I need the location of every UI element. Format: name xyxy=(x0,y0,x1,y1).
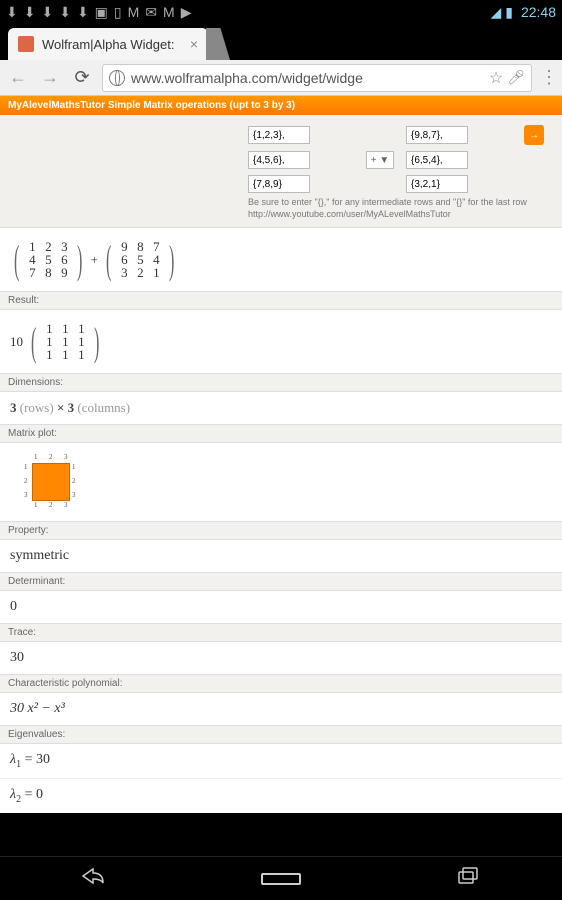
property-label: Property: xyxy=(0,521,562,540)
forward-button[interactable]: → xyxy=(38,66,62,90)
url-input[interactable]: www.wolframalpha.com/widget/widge ☆ 🎤︎ xyxy=(102,64,532,92)
download-icon: ⬇ xyxy=(41,4,53,21)
operator-select[interactable]: + ▼ xyxy=(366,151,394,169)
trace-value: 30 xyxy=(0,642,562,674)
download-icon: ⬇ xyxy=(6,4,18,21)
url-text: www.wolframalpha.com/widget/widge xyxy=(131,70,485,86)
dimensions-value: 3 (rows) × 3 (columns) xyxy=(0,392,562,424)
new-tab-button[interactable] xyxy=(206,28,230,60)
browser-tab-strip: Wolfram|Alpha Widget: × xyxy=(0,24,562,60)
globe-icon xyxy=(109,70,125,86)
matrix-plot: 1 2 3 1 2 3 1 2 3 1 2 3 xyxy=(0,443,562,521)
result-value: 10 ( 111 111 111 ) xyxy=(0,310,562,373)
download-icon: ⬇ xyxy=(24,4,36,21)
android-status-bar: ⬇ ⬇ ⬇ ⬇ ⬇ ▣ ▯ M ✉ M ▶ ◢ ▮ 22:48 xyxy=(0,0,562,24)
results-area: ( 123 456 789 ) + ( 987 654 321 ) Result… xyxy=(0,227,562,813)
android-nav-bar xyxy=(0,856,562,900)
eigenvalues-label: Eigenvalues: xyxy=(0,725,562,744)
clock: 22:48 xyxy=(521,4,556,20)
close-icon[interactable]: × xyxy=(190,36,198,52)
widget-title-bar: MyAlevelMathsTutor Simple Matrix operati… xyxy=(0,96,562,115)
image-icon: ▣ xyxy=(95,4,108,21)
wolfram-favicon xyxy=(18,36,34,52)
android-back-button[interactable] xyxy=(74,867,114,891)
matrix-b-row3-input[interactable] xyxy=(406,175,468,193)
plus-sign: + xyxy=(91,252,98,268)
matrix-b-row1-input[interactable] xyxy=(406,126,468,144)
matrix-a-row2-input[interactable] xyxy=(248,151,310,169)
browser-toolbar: ← → ⟳ www.wolframalpha.com/widget/widge … xyxy=(0,60,562,96)
dimensions-label: Dimensions: xyxy=(0,373,562,392)
widget-input-area: → + ▼ Be sure to enter "{}," for any int… xyxy=(0,115,562,227)
mic-icon[interactable]: 🎤︎ xyxy=(507,69,525,86)
result-scalar: 10 xyxy=(10,334,23,350)
wifi-icon: ◢ xyxy=(490,4,501,21)
bookmark-icon[interactable]: ☆ xyxy=(489,68,503,88)
status-notifications: ⬇ ⬇ ⬇ ⬇ ⬇ ▣ ▯ M ✉ M ▶ xyxy=(6,4,191,21)
mail-icon: M xyxy=(163,4,175,21)
determinant-value: 0 xyxy=(0,591,562,623)
reload-button[interactable]: ⟳ xyxy=(70,66,94,90)
browser-tab[interactable]: Wolfram|Alpha Widget: × xyxy=(8,28,208,60)
matrix-a-row1-input[interactable] xyxy=(248,126,310,144)
download-icon: ⬇ xyxy=(59,4,71,21)
matrix-plot-label: Matrix plot: xyxy=(0,424,562,443)
eigenvalue-2: λ2 = 0 xyxy=(0,779,562,813)
result-label: Result: xyxy=(0,291,562,310)
trace-label: Trace: xyxy=(0,623,562,642)
submit-button[interactable]: → xyxy=(524,125,544,145)
charpoly-value: 30 x² − x³ xyxy=(0,693,562,725)
download-icon: ⬇ xyxy=(77,4,89,21)
eigenvalue-1: λ1 = 30 xyxy=(0,744,562,778)
heatmap-square xyxy=(32,463,70,501)
tab-title: Wolfram|Alpha Widget: xyxy=(42,37,174,52)
charpoly-label: Characteristic polynomial: xyxy=(0,674,562,693)
determinant-label: Determinant: xyxy=(0,572,562,591)
battery-icon: ▮ xyxy=(505,4,513,21)
matrix-a-row3-input[interactable] xyxy=(248,175,310,193)
input-expression: ( 123 456 789 ) + ( 987 654 321 ) xyxy=(0,227,562,291)
mail-icon: ✉ xyxy=(145,4,157,21)
input-hint: Be sure to enter "{}," for any intermedi… xyxy=(248,197,554,207)
phone-icon: ▯ xyxy=(114,4,122,21)
mail-icon: M xyxy=(128,4,140,21)
status-system: ◢ ▮ 22:48 xyxy=(490,4,556,21)
youtube-link[interactable]: http://www.youtube.com/user/MyALevelMath… xyxy=(248,209,554,219)
matrix-b-row2-input[interactable] xyxy=(406,151,468,169)
property-value: symmetric xyxy=(0,540,562,572)
overflow-menu[interactable]: ⋮ xyxy=(540,67,556,88)
android-home-button[interactable] xyxy=(261,873,301,885)
back-button[interactable]: ← xyxy=(6,66,30,90)
android-recent-button[interactable] xyxy=(448,867,488,891)
play-icon: ▶ xyxy=(181,4,192,21)
